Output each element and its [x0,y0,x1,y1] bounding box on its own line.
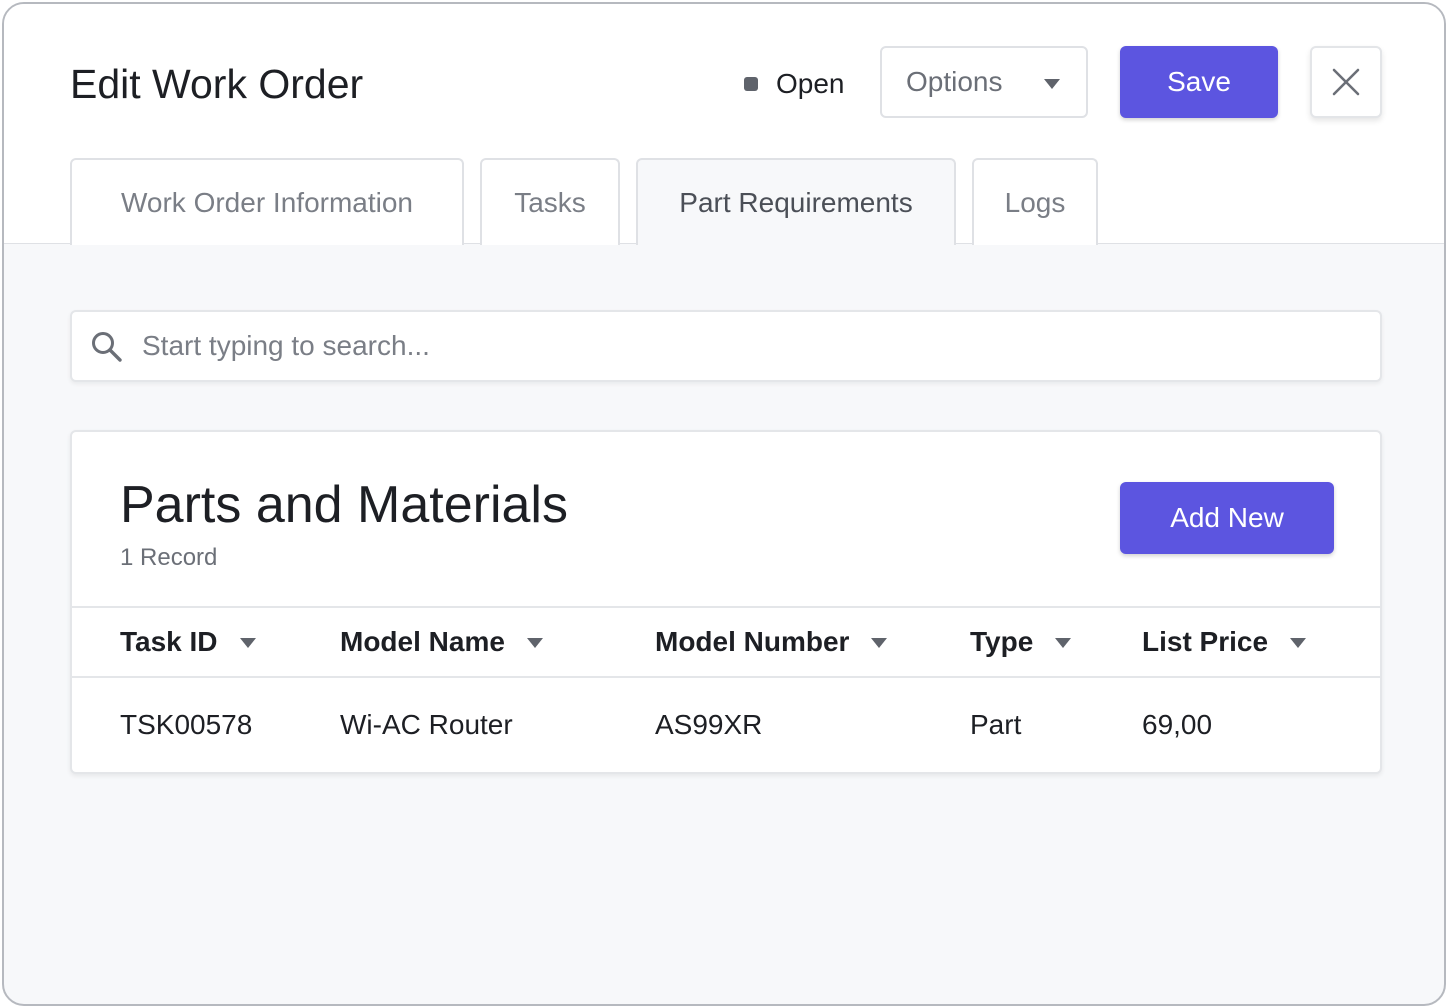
close-icon [1332,68,1360,96]
search-icon [92,332,122,362]
sort-caret-icon [526,638,543,648]
column-header-label: Task ID [120,626,218,657]
tab-work-order-information[interactable]: Work Order Information [70,158,464,245]
column-header-model-name[interactable]: Model Name [340,608,543,676]
sort-caret-icon [871,638,888,648]
options-label: Options [906,66,1003,97]
sort-caret-icon [1055,638,1072,648]
status-dot-icon [744,77,758,91]
column-header-list-price[interactable]: List Price [1142,608,1307,676]
column-header-model-number[interactable]: Model Number [655,608,888,676]
record-count: 1 Record [120,544,218,571]
tab-logs[interactable]: Logs [972,158,1098,245]
sort-caret-icon [239,638,256,648]
add-new-button[interactable]: Add New [1120,482,1334,554]
column-header-label: Type [970,626,1034,657]
column-header-label: List Price [1142,626,1269,657]
caret-down-icon [1044,79,1060,89]
cell-type: Part [970,709,1022,740]
sort-caret-icon [1290,638,1307,648]
cell-task-id: TSK00578 [120,709,253,740]
cell-model-name: Wi-AC Router [340,709,513,740]
tab-part-requirements[interactable]: Part Requirements [636,158,956,245]
column-header-type[interactable]: Type [970,608,1072,676]
search-bar [70,310,1382,382]
status-label: Open [776,68,845,99]
column-header-label: Model Name [340,626,505,657]
edit-work-order-dialog: Edit Work Order Open Options Save Work O… [2,2,1446,1006]
options-dropdown[interactable]: Options [880,46,1088,118]
close-button[interactable] [1310,46,1382,118]
tab-tasks[interactable]: Tasks [480,158,620,245]
save-button[interactable]: Save [1120,46,1278,118]
dialog-title: Edit Work Order [70,61,364,107]
cell-list-price: 69,00 [1142,709,1213,740]
table-row[interactable]: TSK00578 Wi-AC Router AS99XR Part 69,00 [72,678,1380,772]
dialog-header: Edit Work Order Open Options Save Work O… [4,4,1444,245]
parts-materials-card: Parts and Materials 1 Record Add New Tas… [70,430,1382,774]
table-header: Task ID Model Name Model Number Type Lis… [72,606,1380,678]
column-header-label: Model Number [655,626,850,657]
status-indicator: Open [744,62,845,106]
cell-model-number: AS99XR [655,709,763,740]
card-title: Parts and Materials [120,476,568,534]
column-header-task-id[interactable]: Task ID [120,608,256,676]
search-input[interactable] [140,312,1360,380]
